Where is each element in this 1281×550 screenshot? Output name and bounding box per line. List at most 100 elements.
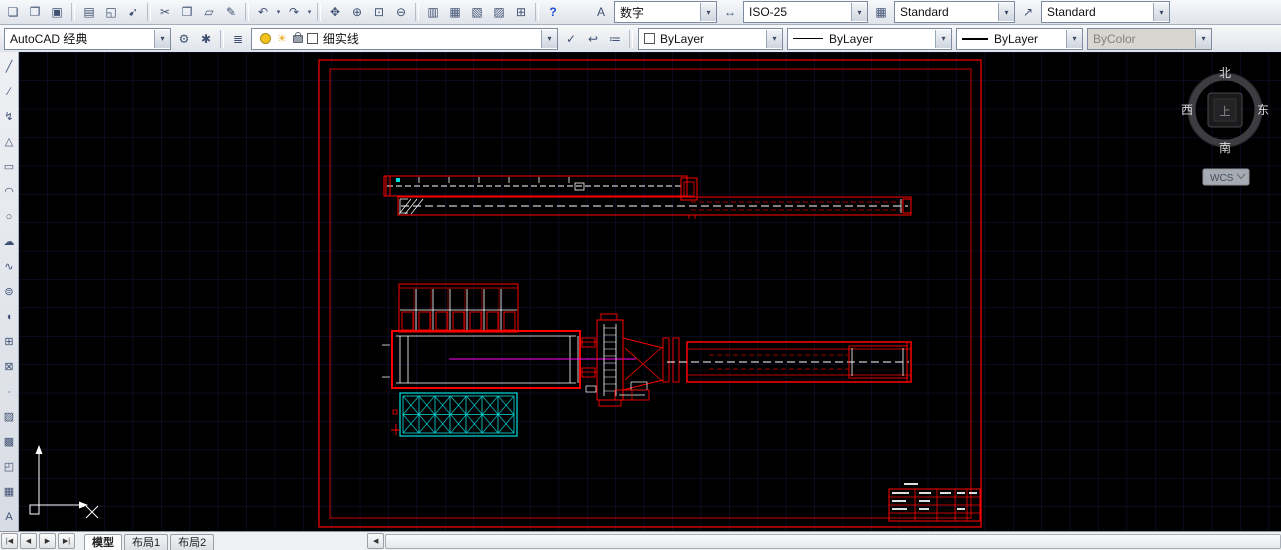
dim-style-combo[interactable]: ISO-25 ▾ <box>743 1 868 23</box>
undo-icon[interactable]: ↶ <box>252 1 274 23</box>
circle-icon[interactable]: ○ <box>0 204 18 229</box>
paste-icon[interactable]: ▱ <box>198 1 220 23</box>
drawing-canvas[interactable]: 北 西 东 南 上 WCS <box>19 52 1281 531</box>
chevron-down-icon[interactable]: ▾ <box>154 29 170 48</box>
table-style-icon[interactable]: ▦ <box>870 1 892 23</box>
layer-lock-icon[interactable] <box>292 31 303 43</box>
quick-calc-icon[interactable]: ⊞ <box>510 1 532 23</box>
chevron-down-icon[interactable]: ▾ <box>935 29 951 48</box>
layer-previous-icon[interactable]: ↩ <box>582 28 604 50</box>
new-file-icon[interactable]: ❏ <box>2 1 24 23</box>
previous-tab-button[interactable]: ◀ <box>20 533 37 549</box>
design-center-icon[interactable]: ▦ <box>444 1 466 23</box>
layer-freeze-sun-icon[interactable]: ☀ <box>277 32 287 45</box>
last-tab-button[interactable]: ▶| <box>58 533 75 549</box>
wcs-control[interactable]: WCS <box>1202 168 1250 186</box>
text-style-combo[interactable]: 数字 ▾ <box>614 1 717 23</box>
region-icon[interactable]: ◰ <box>0 454 18 479</box>
save-icon[interactable]: ▣ <box>46 1 68 23</box>
multiline-text-icon[interactable]: A <box>0 504 18 529</box>
model-space[interactable]: 北 西 东 南 上 WCS <box>19 52 1281 531</box>
insert-block-icon[interactable]: ⊞ <box>0 329 18 354</box>
tool-palettes-icon[interactable]: ▧ <box>466 1 488 23</box>
copy-icon[interactable]: ❒ <box>176 1 198 23</box>
rectangle-icon[interactable]: ▭ <box>0 154 18 179</box>
my-workspace-icon[interactable]: ✱ <box>195 28 217 50</box>
table-icon[interactable]: ▦ <box>0 479 18 504</box>
workspace-settings-icon[interactable]: ⚙ <box>173 28 195 50</box>
pan-icon[interactable]: ✥ <box>324 1 346 23</box>
workspace-combo[interactable]: AutoCAD 经典 ▾ <box>4 27 171 50</box>
chevron-down-icon[interactable]: ▾ <box>1153 3 1169 21</box>
viewcube-top-label: 上 <box>1220 105 1231 118</box>
text-style-icon[interactable]: A <box>590 1 612 23</box>
plot-preview-icon[interactable]: ◱ <box>100 1 122 23</box>
compass-west-label[interactable]: 西 <box>1181 103 1193 117</box>
chevron-down-icon[interactable]: ▾ <box>1066 29 1082 48</box>
tab-layout1[interactable]: 布局1 <box>124 533 169 550</box>
match-properties-icon[interactable]: ✎ <box>220 1 242 23</box>
ellipse-icon[interactable]: ⊜ <box>0 279 18 304</box>
publish-icon[interactable]: ➹ <box>122 1 144 23</box>
compass-east-label[interactable]: 东 <box>1257 103 1269 117</box>
linetype-combo[interactable]: ByLayer ▾ <box>787 27 952 50</box>
dim-style-icon[interactable]: ↔ <box>719 1 741 23</box>
layer-color-swatch[interactable] <box>306 33 318 44</box>
zoom-realtime-icon[interactable]: ⊕ <box>346 1 368 23</box>
chevron-down-icon[interactable]: ▾ <box>700 3 716 21</box>
redo-dropdown-icon[interactable]: ▾ <box>305 2 314 22</box>
gradient-icon[interactable]: ▩ <box>0 429 18 454</box>
compass-north-label[interactable]: 北 <box>1219 66 1231 80</box>
layer-on-bulb-icon[interactable] <box>260 33 271 44</box>
ellipse-arc-icon[interactable]: ◖ <box>0 304 18 329</box>
object-color-value: ByLayer <box>660 31 705 46</box>
help-icon[interactable]: ? <box>542 1 564 23</box>
table-style-combo[interactable]: Standard ▾ <box>894 1 1015 23</box>
sheet-set-manager-icon[interactable]: ▨ <box>488 1 510 23</box>
multileader-style-combo[interactable]: Standard ▾ <box>1041 1 1170 23</box>
undo-dropdown-icon[interactable]: ▾ <box>274 2 283 22</box>
chevron-down-icon[interactable]: ▾ <box>541 29 557 48</box>
cut-icon[interactable]: ✂ <box>154 1 176 23</box>
construction-line-icon[interactable]: ∕ <box>0 79 18 104</box>
lineweight-combo[interactable]: ByLayer ▾ <box>956 27 1083 50</box>
hatch-icon[interactable]: ▨ <box>0 404 18 429</box>
multileader-style-icon[interactable]: ↗ <box>1017 1 1039 23</box>
layer-states-icon[interactable]: ≔ <box>604 28 626 50</box>
tab-model[interactable]: 模型 <box>84 533 122 550</box>
compass-south-label[interactable]: 南 <box>1219 140 1231 155</box>
wcs-label: WCS <box>1210 173 1234 184</box>
polyline-icon[interactable]: ↯ <box>0 104 18 129</box>
chevron-down-icon[interactable]: ▾ <box>998 3 1014 21</box>
properties-palette-icon[interactable]: ▥ <box>422 1 444 23</box>
revision-cloud-icon[interactable]: ☁ <box>0 229 18 254</box>
object-color-combo[interactable]: ByLayer ▾ <box>638 27 783 50</box>
first-tab-button[interactable]: |◀ <box>1 533 18 549</box>
open-file-icon[interactable]: ❐ <box>24 1 46 23</box>
spline-icon[interactable]: ∿ <box>0 254 18 279</box>
next-tab-button[interactable]: ▶ <box>39 533 56 549</box>
scroll-left-icon[interactable]: ◀ <box>367 533 385 549</box>
chevron-down-icon[interactable]: ▾ <box>851 3 867 21</box>
make-object-layer-current-icon[interactable]: ✓ <box>560 28 582 50</box>
polygon-icon[interactable]: △ <box>0 129 18 154</box>
zoom-previous-icon[interactable]: ⊖ <box>390 1 412 23</box>
chevron-down-icon[interactable]: ▾ <box>766 29 782 48</box>
separator <box>629 29 633 48</box>
create-block-icon[interactable]: ⊠ <box>0 354 18 379</box>
arc-icon[interactable]: ◠ <box>0 179 18 204</box>
layer-properties-manager-icon[interactable]: ≣ <box>227 28 249 50</box>
point-icon[interactable]: ∙ <box>0 379 18 404</box>
plot-style-combo: ByColor ▾ <box>1087 27 1212 50</box>
plot-icon[interactable]: ▤ <box>78 1 100 23</box>
zoom-window-icon[interactable]: ⊡ <box>368 1 390 23</box>
tab-layout2[interactable]: 布局2 <box>170 533 215 550</box>
standard-toolbar: ❏ ❐ ▣ ▤ ◱ ➹ ✂ ❒ ▱ ✎ ↶ ▾ ↷ ▾ ✥ ⊕ ⊡ ⊖ ▥ ▦ … <box>0 0 1281 25</box>
horizontal-scrollbar[interactable]: ◀ <box>366 533 1281 549</box>
redo-icon[interactable]: ↷ <box>283 1 305 23</box>
lineweight-value: ByLayer <box>994 31 1039 46</box>
plot-style-value: ByColor <box>1093 31 1136 46</box>
scrollbar-thumb[interactable] <box>385 533 1281 549</box>
line-icon[interactable]: ╱ <box>0 54 18 79</box>
layer-combo[interactable]: ☀ 细实线 ▾ <box>251 27 558 50</box>
